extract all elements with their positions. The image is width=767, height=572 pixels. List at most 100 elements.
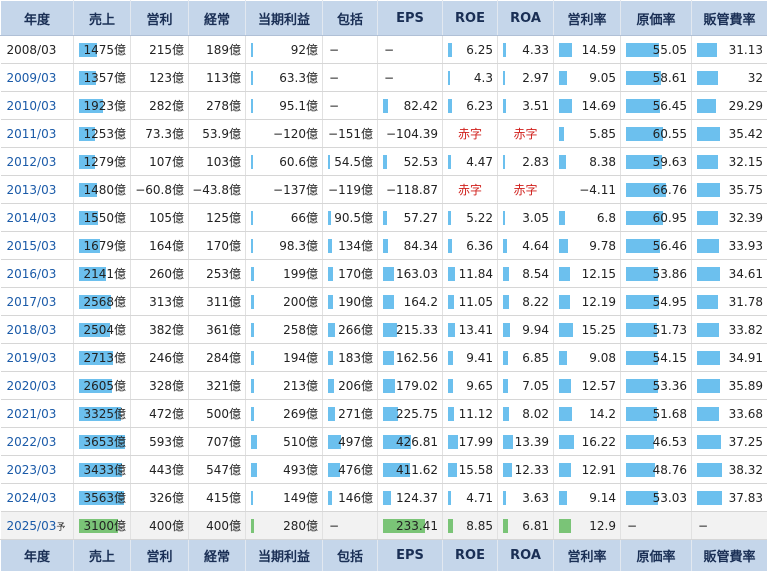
cell-value: 246億 [149,351,184,365]
table-row: 2009/031357億123億113億63.3億−−4.32.979.0558… [1,64,767,92]
cell-value: 9.14 [589,491,616,505]
year-link[interactable]: 2019/03 [1,344,74,372]
cell-value: 134億 [338,239,373,253]
col-footer-eps[interactable]: EPS [378,540,443,572]
roe-cell: 11.84 [443,260,498,288]
col-header-roa[interactable]: ROA [498,1,554,36]
comprehensive-cell: 476億 [323,456,378,484]
col-header-sga-ratio[interactable]: 販管費率 [692,1,767,36]
cell-value: 15.58 [459,463,493,477]
col-header-operating-margin[interactable]: 営利率 [554,1,621,36]
cell-value: 53.03 [653,491,687,505]
year-link[interactable]: 2012/03 [1,148,74,176]
comprehensive-cell: 266億 [323,316,378,344]
value-bar [697,463,722,477]
value-bar [383,99,388,113]
col-header-operating-profit[interactable]: 営利 [131,1,189,36]
value-bar [448,267,455,281]
value-bar [559,211,565,225]
year-link[interactable]: 2015/03 [1,232,74,260]
year-link[interactable]: 2014/03 [1,204,74,232]
value-bar [251,407,254,421]
col-footer-cost-ratio[interactable]: 原価率 [621,540,692,572]
col-footer-sga-ratio[interactable]: 販管費率 [692,540,767,572]
cell-value: 547億 [206,463,241,477]
col-header-net-income[interactable]: 当期利益 [246,1,323,36]
cell-value: 2713億 [83,351,126,365]
comprehensive-cell: 497億 [323,428,378,456]
sga-ratio-cell: 37.83 [692,484,767,512]
cost-ratio-cell: 60.95 [621,204,692,232]
year-link[interactable]: 2013/03 [1,176,74,204]
year-link[interactable]: 2022/03 [1,428,74,456]
roa-cell: 2.83 [498,148,554,176]
value-bar [383,239,388,253]
col-footer-roa[interactable]: ROA [498,540,554,572]
col-header-year[interactable]: 年度 [1,1,74,36]
eps-cell: 426.81 [378,428,443,456]
year-link[interactable]: 2018/03 [1,316,74,344]
value-bar [697,43,717,57]
col-header-eps[interactable]: EPS [378,1,443,36]
comprehensive-cell: 146億 [323,484,378,512]
cell-value: 326億 [149,491,184,505]
col-footer-operating-margin[interactable]: 営利率 [554,540,621,572]
ordinary-profit-cell: 547億 [189,456,246,484]
operating-margin-cell: 15.25 [554,316,621,344]
col-header-comprehensive[interactable]: 包括 [323,1,378,36]
col-header-roe[interactable]: ROE [443,1,498,36]
cell-value: −4.11 [579,183,616,197]
sales-cell: 1679億 [74,232,131,260]
col-header-cost-ratio[interactable]: 原価率 [621,1,692,36]
ordinary-profit-cell: 278億 [189,92,246,120]
eps-cell: 225.75 [378,400,443,428]
table-row: 2014/031550億105億125億66億90.5億57.275.223.0… [1,204,767,232]
sales-cell: 1550億 [74,204,131,232]
cost-ratio-cell: 53.03 [621,484,692,512]
year-link[interactable]: 2021/03 [1,400,74,428]
col-footer-net-income[interactable]: 当期利益 [246,540,323,572]
cell-value: 56.45 [653,99,687,113]
eps-cell: 411.62 [378,456,443,484]
value-bar [559,435,574,449]
col-header-sales[interactable]: 売上 [74,1,131,36]
year-link[interactable]: 2010/03 [1,92,74,120]
cell-value: −60.8億 [135,183,184,197]
cell-value: 113億 [206,71,241,85]
ordinary-profit-cell: 53.9億 [189,120,246,148]
cell-value: 3563億 [83,491,126,505]
year-link[interactable]: 2009/03 [1,64,74,92]
ordinary-profit-cell: 284億 [189,344,246,372]
cell-value: 2.83 [522,155,549,169]
operating-margin-cell: 12.9 [554,512,621,540]
value-bar [328,295,333,309]
col-footer-ordinary-profit[interactable]: 経常 [189,540,246,572]
year-link[interactable]: 2025/03予 [1,512,74,540]
col-footer-operating-profit[interactable]: 営利 [131,540,189,572]
col-footer-sales[interactable]: 売上 [74,540,131,572]
cell-value: 313億 [149,295,184,309]
year-link[interactable]: 2011/03 [1,120,74,148]
roa-cell: 4.33 [498,36,554,64]
cell-value: 84.34 [404,239,438,253]
col-footer-roe[interactable]: ROE [443,540,498,572]
year-link[interactable]: 2020/03 [1,372,74,400]
col-footer-comprehensive[interactable]: 包括 [323,540,378,572]
cell-value: 4.64 [522,239,549,253]
year-link[interactable]: 2024/03 [1,484,74,512]
cell-value: 179.02 [396,379,438,393]
year-link[interactable]: 2017/03 [1,288,74,316]
cell-value: −137億 [273,183,318,197]
cell-value: 53.9億 [202,127,241,141]
roe-cell: 9.41 [443,344,498,372]
year-link[interactable]: 2023/03 [1,456,74,484]
cell-value: 2504億 [83,323,126,337]
year-link[interactable]: 2016/03 [1,260,74,288]
col-footer-year[interactable]: 年度 [1,540,74,572]
value-bar [251,351,254,365]
col-header-ordinary-profit[interactable]: 経常 [189,1,246,36]
comprehensive-cell: − [323,92,378,120]
cell-value: 59.63 [653,155,687,169]
cost-ratio-cell: 55.05 [621,36,692,64]
cell-value: 1923億 [83,99,126,113]
